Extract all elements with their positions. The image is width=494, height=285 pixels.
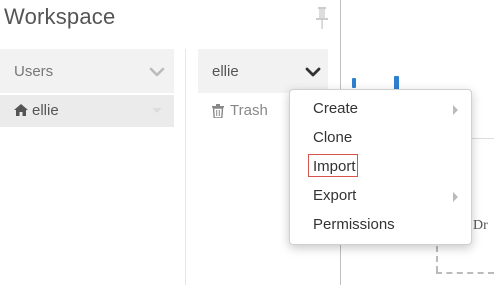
drop-zone-text: Dr [473, 218, 488, 233]
user-list-item-ellie[interactable]: ellie [0, 95, 174, 127]
menu-item-create[interactable]: Create [290, 94, 471, 123]
users-column-header[interactable]: Users [0, 49, 174, 93]
menu-item-export[interactable]: Export [290, 181, 471, 210]
ellie-column-label: ellie [212, 63, 239, 80]
menu-item-permissions[interactable]: Permissions [290, 210, 471, 239]
user-list-item-label: ellie [32, 102, 59, 119]
thumbtack-icon[interactable] [314, 6, 330, 30]
caret-down-icon[interactable] [152, 108, 162, 113]
drop-zone-border [436, 246, 438, 272]
trash-item[interactable]: Trash [198, 95, 298, 127]
submenu-arrow-icon [453, 105, 458, 115]
submenu-arrow-icon [453, 192, 458, 202]
menu-item-label: Import [313, 158, 356, 175]
content-fragment [394, 76, 399, 90]
menu-item-clone[interactable]: Clone [290, 123, 471, 152]
chevron-down-icon[interactable] [149, 67, 165, 77]
users-column-label: Users [14, 63, 54, 80]
drop-zone-border [436, 272, 494, 274]
menu-item-label: Permissions [313, 216, 395, 233]
menu-item-import[interactable]: Import [290, 152, 471, 181]
content-fragment [352, 78, 356, 88]
context-menu: Create Clone Import Export Permissions [289, 89, 472, 245]
home-icon [14, 104, 28, 116]
chevron-down-icon[interactable] [305, 67, 321, 77]
workspace-page: Workspace Users ellie ellie Trash Dr Cre… [0, 0, 494, 285]
trash-icon [212, 104, 224, 118]
trash-label: Trash [230, 102, 268, 119]
menu-item-label: Create [313, 100, 359, 117]
column-divider [185, 49, 186, 285]
ellie-column-header[interactable]: ellie [198, 49, 328, 93]
workspace-title: Workspace [4, 4, 116, 29]
menu-item-label: Export [313, 187, 357, 204]
menu-item-label: Clone [313, 129, 353, 146]
